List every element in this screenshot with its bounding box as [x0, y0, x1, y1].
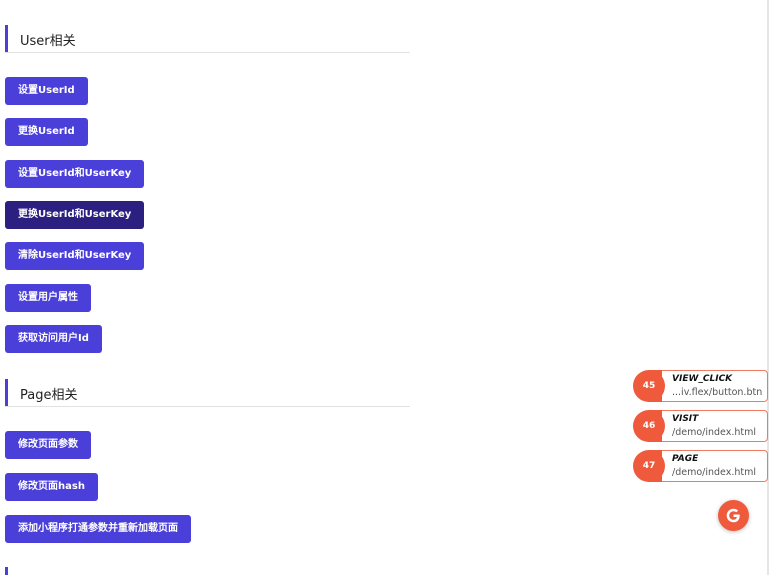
set-user-attributes-button[interactable]: 设置用户属性: [5, 284, 91, 312]
get-visitor-id-button[interactable]: 获取访问用户Id: [5, 325, 102, 353]
change-userid-button[interactable]: 更换UserId: [5, 118, 88, 146]
event-item[interactable]: 46 VISIT /demo/index.html: [633, 410, 768, 442]
event-id-badge: 47: [633, 450, 665, 482]
section-header-user: User相关: [5, 25, 410, 53]
set-userid-userkey-button[interactable]: 设置UserId和UserKey: [5, 160, 145, 188]
event-id-badge: 46: [633, 410, 665, 442]
section-accent-bar: [5, 567, 8, 575]
event-type: PAGE: [672, 454, 699, 464]
section-header-page: Page相关: [5, 379, 410, 407]
page: User相关 设置UserId 更换UserId 设置UserId和UserKe…: [0, 0, 769, 575]
clear-userid-userkey-button[interactable]: 清除UserId和UserKey: [5, 242, 145, 270]
section-title: User相关: [20, 34, 76, 49]
event-type: VIEW_CLICK: [672, 374, 733, 384]
event-path: /demo/index.html: [672, 467, 756, 478]
add-miniprogram-params-reload-button[interactable]: 添加小程序打通参数并重新加载页面: [5, 515, 191, 543]
event-type: VISIT: [672, 414, 699, 424]
event-path: ...iv.flex/button.btn: [672, 387, 763, 398]
set-userid-button[interactable]: 设置UserId: [5, 77, 88, 105]
change-userid-userkey-button[interactable]: 更换UserId和UserKey: [5, 201, 145, 229]
event-item[interactable]: 47 PAGE /demo/index.html: [633, 450, 768, 482]
modify-page-hash-button[interactable]: 修改页面hash: [5, 473, 98, 501]
section-accent-bar: [5, 379, 8, 406]
event-item[interactable]: 45 VIEW_CLICK ...iv.flex/button.btn: [633, 370, 768, 402]
floating-g-button[interactable]: [718, 500, 749, 531]
modify-page-params-button[interactable]: 修改页面参数: [5, 431, 91, 459]
event-id-badge: 45: [633, 370, 665, 402]
g-logo-icon: [726, 508, 740, 523]
event-path: /demo/index.html: [672, 427, 756, 438]
section-title: Page相关: [20, 388, 78, 403]
section-accent-bar: [5, 25, 8, 52]
